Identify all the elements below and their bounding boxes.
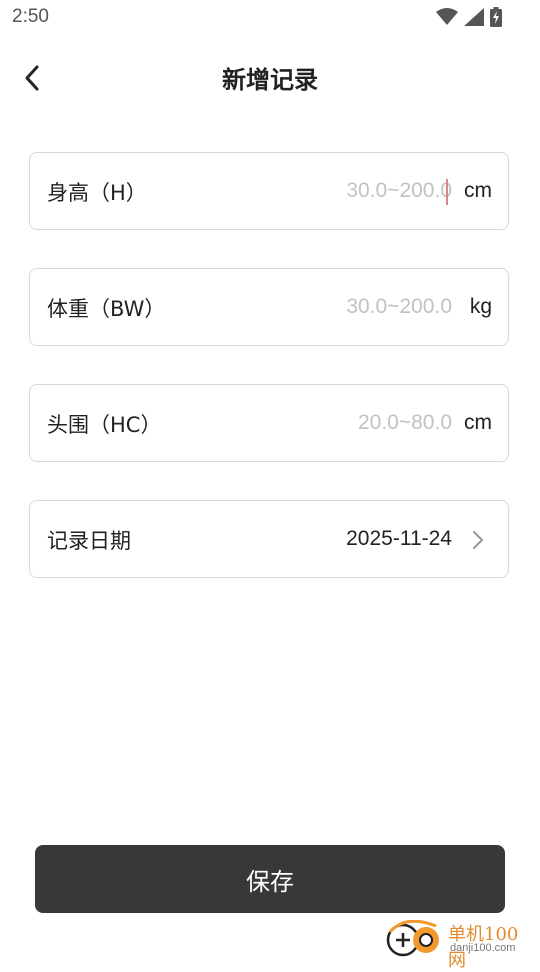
record-date-label: 记录日期: [47, 529, 131, 553]
height-label: 身高（H）: [47, 181, 147, 205]
text-caret: [446, 179, 448, 205]
save-button[interactable]: 保存: [35, 845, 505, 913]
status-icons: [436, 7, 502, 27]
weight-input[interactable]: [262, 287, 452, 327]
watermark-icon: [386, 920, 439, 957]
weight-unit: kg: [469, 295, 492, 318]
header: 新增记录: [0, 48, 540, 106]
chevron-right-icon: [473, 531, 483, 549]
head-circumference-field[interactable]: 头围（HC） cm: [29, 384, 509, 462]
page-title: 新增记录: [222, 66, 318, 94]
height-unit: cm: [464, 179, 492, 202]
head-circumference-unit: cm: [464, 411, 492, 434]
battery-charging-icon: [490, 7, 502, 27]
weight-field[interactable]: 体重（BW） kg: [29, 268, 509, 346]
watermark-url: danji100.com: [450, 942, 516, 954]
record-date-field[interactable]: 记录日期 2025-11-24: [29, 500, 509, 578]
height-field[interactable]: 身高（H） cm: [29, 152, 509, 230]
head-circumference-label: 头围（HC）: [47, 413, 162, 437]
watermark-logo: 单机100网 danji100.com: [386, 918, 536, 971]
head-circumference-input[interactable]: [262, 403, 452, 443]
status-time: 2:50: [12, 6, 49, 27]
weight-label: 体重（BW）: [47, 297, 166, 321]
signal-icon: [464, 8, 484, 26]
status-bar: 2:50: [0, 0, 540, 36]
record-date-value: 2025-11-24: [346, 527, 452, 550]
height-input[interactable]: [262, 171, 452, 211]
wifi-icon: [436, 8, 458, 25]
